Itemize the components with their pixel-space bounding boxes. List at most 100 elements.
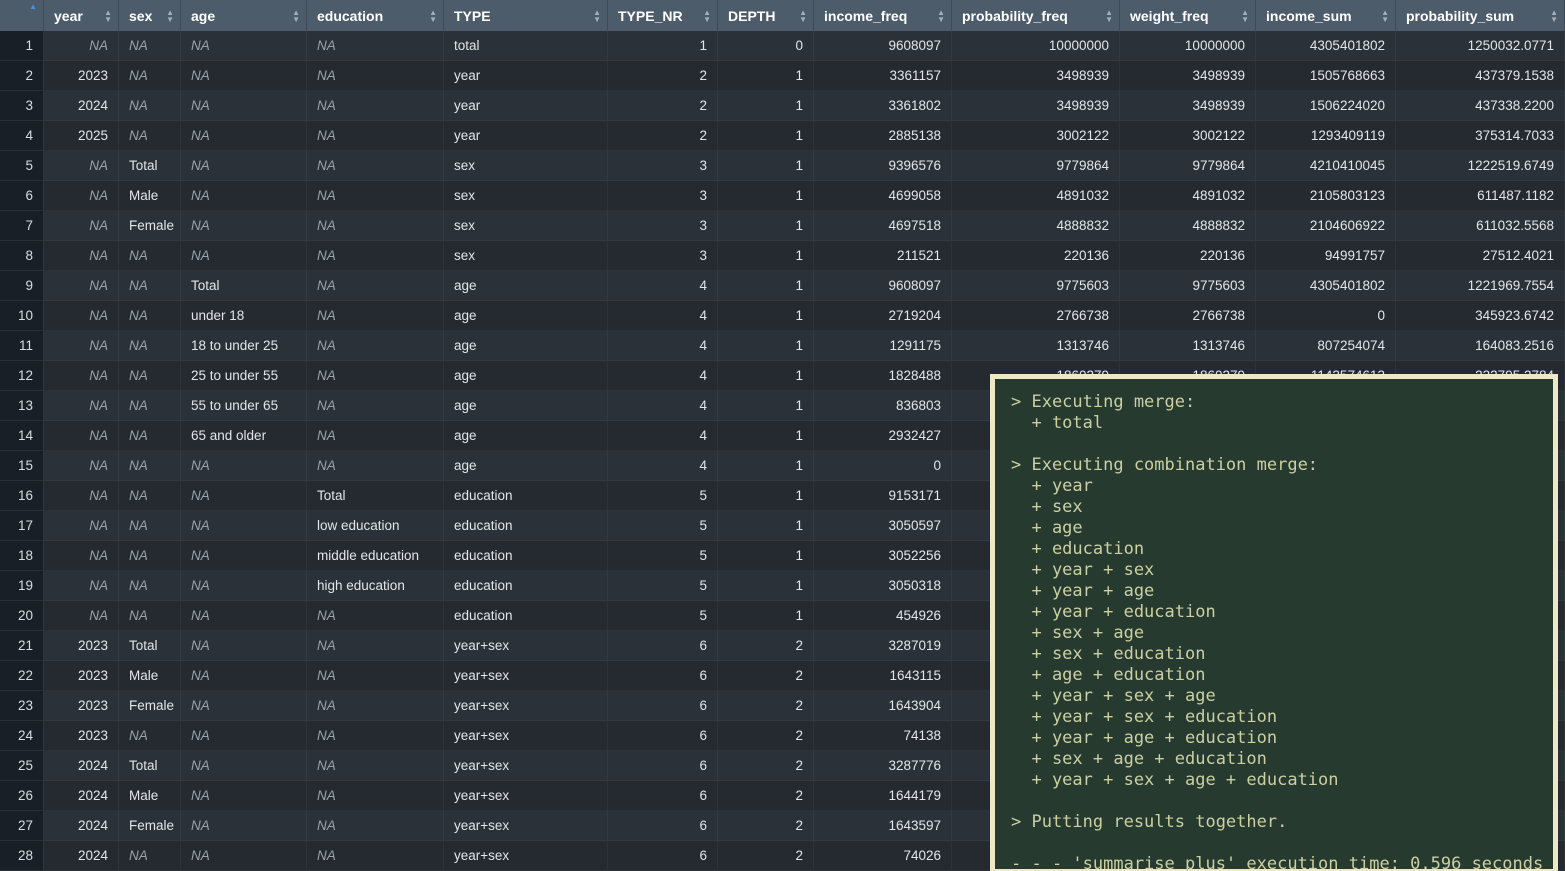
row-number: 5 — [0, 151, 44, 181]
row-number: 10 — [0, 301, 44, 331]
table-cell: 3002122 — [1120, 121, 1256, 151]
column-header-education[interactable]: education▲▼ — [307, 0, 444, 31]
table-cell: 2 — [718, 691, 814, 721]
table-cell: NA — [307, 361, 444, 391]
table-cell: 6 — [608, 691, 718, 721]
table-cell: 2023 — [44, 661, 119, 691]
table-cell: NA — [119, 91, 181, 121]
table-cell: NA — [44, 451, 119, 481]
table-cell: NA — [44, 421, 119, 451]
table-cell: 9153171 — [814, 481, 952, 511]
column-header-row-index[interactable]: ▲▼ — [0, 0, 44, 31]
table-cell: year+sex — [444, 811, 608, 841]
table-cell: 1 — [718, 481, 814, 511]
table-cell: 1 — [608, 31, 718, 61]
column-header-probability_freq[interactable]: probability_freq▲▼ — [952, 0, 1120, 31]
table-cell: NA — [181, 811, 307, 841]
table-cell: year+sex — [444, 691, 608, 721]
column-header-income_sum[interactable]: income_sum▲▼ — [1256, 0, 1396, 31]
table-cell: 1643904 — [814, 691, 952, 721]
column-header-DEPTH[interactable]: DEPTH▲▼ — [718, 0, 814, 31]
table-cell: 0 — [814, 451, 952, 481]
table-cell: 836803 — [814, 391, 952, 421]
table-cell: NA — [44, 481, 119, 511]
table-cell: 3 — [608, 211, 718, 241]
table-cell: 3361802 — [814, 91, 952, 121]
table-cell: NA — [307, 841, 444, 871]
table-cell: NA — [307, 811, 444, 841]
table-cell: 9608097 — [814, 271, 952, 301]
table-cell: NA — [44, 601, 119, 631]
column-header-TYPE[interactable]: TYPE▲▼ — [444, 0, 608, 31]
column-header-probability_sum[interactable]: probability_sum▲▼ — [1396, 0, 1565, 31]
table-cell: NA — [119, 841, 181, 871]
table-cell: NA — [44, 361, 119, 391]
table-cell: 2719204 — [814, 301, 952, 331]
table-row[interactable]: 32024NANANAyear2133618023498939349893915… — [0, 91, 1565, 121]
table-cell: 2 — [718, 631, 814, 661]
sort-icon: ▲▼ — [937, 9, 945, 23]
table-row[interactable]: 6NAMaleNANAsex31469905848910324891032210… — [0, 181, 1565, 211]
table-row[interactable]: 1NANANANAtotal10960809710000000100000004… — [0, 31, 1565, 61]
table-row[interactable]: 5NATotalNANAsex3193965769779864977986442… — [0, 151, 1565, 181]
column-header-income_freq[interactable]: income_freq▲▼ — [814, 0, 952, 31]
table-cell: NA — [119, 271, 181, 301]
table-row[interactable]: 11NANA18 to under 25NAage411291175131374… — [0, 331, 1565, 361]
column-header-weight_freq[interactable]: weight_freq▲▼ — [1120, 0, 1256, 31]
table-cell: NA — [307, 661, 444, 691]
table-row[interactable]: 22023NANANAyear2133611573498939349893915… — [0, 61, 1565, 91]
table-cell: high education — [307, 571, 444, 601]
table-cell: NA — [181, 121, 307, 151]
table-row[interactable]: 8NANANANAsex3121152122013622013694991757… — [0, 241, 1565, 271]
table-cell: 1 — [718, 211, 814, 241]
table-row[interactable]: 10NANAunder 18NAage412719204276673827667… — [0, 301, 1565, 331]
row-number: 12 — [0, 361, 44, 391]
table-cell: 1 — [718, 361, 814, 391]
table-cell: 9779864 — [1120, 151, 1256, 181]
table-cell: NA — [44, 571, 119, 601]
column-header-TYPE_NR[interactable]: TYPE_NR▲▼ — [608, 0, 718, 31]
table-cell: 611032.5568 — [1396, 211, 1565, 241]
table-cell: NA — [119, 361, 181, 391]
table-row[interactable]: 9NANATotalNAage4196080979775603977560343… — [0, 271, 1565, 301]
table-cell: 2 — [718, 721, 814, 751]
table-cell: education — [444, 571, 608, 601]
table-cell: 4 — [608, 301, 718, 331]
table-cell: 2024 — [44, 751, 119, 781]
table-cell: 2024 — [44, 781, 119, 811]
column-label: education — [317, 8, 383, 24]
table-cell: NA — [181, 61, 307, 91]
sort-icon: ▲▼ — [799, 9, 807, 23]
table-cell: total — [444, 31, 608, 61]
table-cell: year — [444, 121, 608, 151]
table-cell: 4 — [608, 361, 718, 391]
row-number: 26 — [0, 781, 44, 811]
table-cell: 6 — [608, 631, 718, 661]
table-cell: Female — [119, 691, 181, 721]
table-row[interactable]: 42025NANANAyear2128851383002122300212212… — [0, 121, 1565, 151]
table-cell: NA — [119, 241, 181, 271]
column-header-year[interactable]: year▲▼ — [44, 0, 119, 31]
column-header-sex[interactable]: sex▲▼ — [119, 0, 181, 31]
table-cell: NA — [181, 541, 307, 571]
table-cell: NA — [181, 661, 307, 691]
table-cell: NA — [119, 451, 181, 481]
column-header-age[interactable]: age▲▼ — [181, 0, 307, 31]
table-cell: 4697518 — [814, 211, 952, 241]
table-cell: 4699058 — [814, 181, 952, 211]
table-cell: 2 — [718, 661, 814, 691]
table-cell: 3 — [608, 151, 718, 181]
table-cell: 2023 — [44, 631, 119, 661]
column-label: TYPE — [454, 8, 491, 24]
table-row[interactable]: 7NAFemaleNANAsex314697518488883248888322… — [0, 211, 1565, 241]
table-cell: NA — [119, 421, 181, 451]
table-cell: age — [444, 331, 608, 361]
table-cell: middle education — [307, 541, 444, 571]
table-cell: 164083.2516 — [1396, 331, 1565, 361]
table-cell: 4888832 — [1120, 211, 1256, 241]
table-cell: 454926 — [814, 601, 952, 631]
table-cell: NA — [119, 511, 181, 541]
sort-icon: ▲▼ — [166, 9, 174, 23]
table-cell: NA — [181, 481, 307, 511]
sort-icon: ▲▼ — [292, 9, 300, 23]
